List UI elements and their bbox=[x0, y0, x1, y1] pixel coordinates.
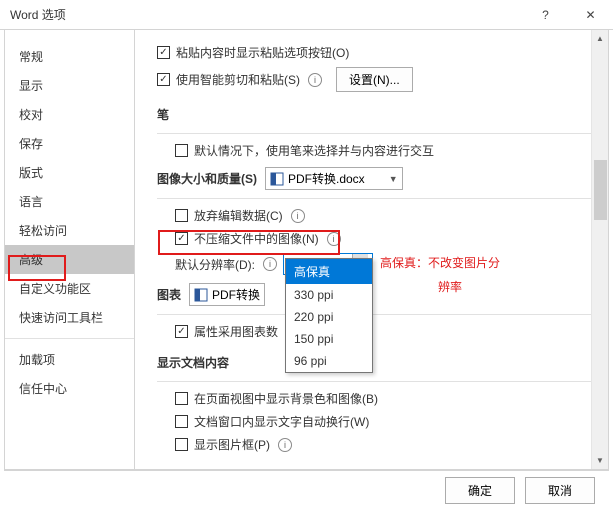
help-button[interactable]: ? bbox=[523, 0, 568, 30]
sidebar: 常规 显示 校对 保存 版式 语言 轻松访问 高级 自定义功能区 快速访问工具栏… bbox=[5, 30, 135, 469]
sidebar-item-language[interactable]: 语言 bbox=[5, 187, 134, 216]
info-icon[interactable]: i bbox=[263, 257, 277, 271]
ok-button[interactable]: 确定 bbox=[445, 477, 515, 504]
scroll-up-icon[interactable]: ▲ bbox=[592, 30, 608, 47]
chart-file-name: PDF转换 bbox=[212, 286, 260, 303]
checkbox-no-compress[interactable] bbox=[175, 232, 188, 245]
label-pen-default: 默认情况下，使用笔来选择并与内容进行交互 bbox=[194, 142, 434, 159]
cancel-button[interactable]: 取消 bbox=[525, 477, 595, 504]
info-icon[interactable]: i bbox=[308, 73, 322, 87]
sidebar-item-layout[interactable]: 版式 bbox=[5, 158, 134, 187]
checkbox-pen-default[interactable] bbox=[175, 144, 188, 157]
scroll-down-icon[interactable]: ▼ bbox=[592, 452, 608, 469]
label-wrap-text: 文档窗口内显示文字自动换行(W) bbox=[194, 413, 369, 430]
checkbox-discard-edit[interactable] bbox=[175, 209, 188, 222]
checkbox-chart-props[interactable] bbox=[175, 325, 188, 338]
checkbox-paste-opts[interactable] bbox=[157, 46, 170, 59]
label-smart-cut: 使用智能剪切和粘贴(S) bbox=[176, 71, 300, 88]
sidebar-item-display[interactable]: 显示 bbox=[5, 71, 134, 100]
settings-button[interactable]: 设置(N)... bbox=[336, 67, 413, 92]
dropdown-option[interactable]: 高保真 bbox=[286, 259, 372, 284]
checkbox-show-bg[interactable] bbox=[175, 392, 188, 405]
sidebar-item-general[interactable]: 常规 bbox=[5, 42, 134, 71]
dropdown-option[interactable]: 330 ppi bbox=[286, 284, 372, 306]
label-show-bg: 在页面视图中显示背景色和图像(B) bbox=[194, 390, 378, 407]
file-name: PDF转换.docx bbox=[288, 170, 365, 187]
sidebar-item-trust[interactable]: 信任中心 bbox=[5, 374, 134, 403]
info-icon[interactable]: i bbox=[291, 209, 305, 223]
section-pen: 笔 bbox=[157, 106, 598, 123]
close-button[interactable]: ✕ bbox=[568, 0, 613, 30]
sidebar-item-addins[interactable]: 加载项 bbox=[5, 345, 134, 374]
window-title: Word 选项 bbox=[10, 6, 523, 23]
section-image: 图像大小和质量(S) bbox=[157, 170, 257, 187]
file-combo-image[interactable]: PDF转换.docx ▼ bbox=[265, 167, 403, 190]
dropdown-option[interactable]: 150 ppi bbox=[286, 328, 372, 350]
chevron-down-icon: ▼ bbox=[389, 174, 398, 184]
info-icon[interactable]: i bbox=[278, 438, 292, 452]
dropdown-resolution[interactable]: 高保真 330 ppi 220 ppi 150 ppi 96 ppi bbox=[285, 258, 373, 373]
word-doc-icon bbox=[270, 172, 284, 186]
sidebar-item-ribbon[interactable]: 自定义功能区 bbox=[5, 274, 134, 303]
checkbox-wrap-text[interactable] bbox=[175, 415, 188, 428]
label-no-compress: 不压缩文件中的图像(N) bbox=[194, 230, 319, 247]
label-default-res: 默认分辨率(D): bbox=[175, 256, 255, 273]
file-combo-chart[interactable]: PDF转换 bbox=[189, 283, 265, 306]
word-doc-icon bbox=[194, 288, 208, 302]
sidebar-item-advanced[interactable]: 高级 bbox=[5, 245, 134, 274]
sidebar-item-qat[interactable]: 快速访问工具栏 bbox=[5, 303, 134, 332]
label-chart-props: 属性采用图表数 bbox=[194, 323, 278, 340]
label-paste-opts: 粘贴内容时显示粘贴选项按钮(O) bbox=[176, 44, 349, 61]
section-doc-content: 显示文档内容 bbox=[157, 354, 598, 371]
label-show-frame: 显示图片框(P) bbox=[194, 436, 270, 453]
scroll-thumb[interactable] bbox=[594, 160, 607, 220]
dropdown-option[interactable]: 96 ppi bbox=[286, 350, 372, 372]
sidebar-item-ease[interactable]: 轻松访问 bbox=[5, 216, 134, 245]
annotation-text: 高保真：不改变图片分 辨率 bbox=[380, 250, 500, 298]
checkbox-smart-cut[interactable] bbox=[157, 73, 170, 86]
info-icon[interactable]: i bbox=[327, 232, 341, 246]
sidebar-item-proof[interactable]: 校对 bbox=[5, 100, 134, 129]
checkbox-show-frame[interactable] bbox=[175, 438, 188, 451]
label-discard-edit: 放弃编辑数据(C) bbox=[194, 207, 283, 224]
dropdown-option[interactable]: 220 ppi bbox=[286, 306, 372, 328]
section-chart: 图表 bbox=[157, 286, 181, 303]
sidebar-item-save[interactable]: 保存 bbox=[5, 129, 134, 158]
scrollbar-vertical[interactable]: ▲ ▼ bbox=[591, 30, 608, 469]
